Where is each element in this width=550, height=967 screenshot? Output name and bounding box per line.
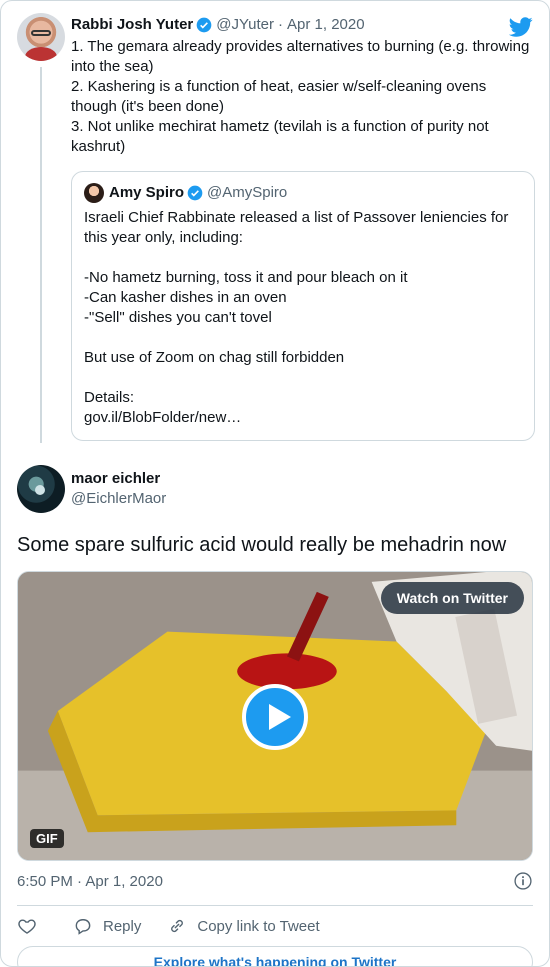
tweet-line: 2. Kashering is a function of heat, easi…: [71, 78, 491, 115]
play-icon[interactable]: [242, 684, 308, 750]
quote-line: Israeli Chief Rabbinate released a list …: [84, 209, 509, 246]
author-name[interactable]: maor eichler: [71, 470, 160, 487]
quoted-author-name: Amy Spiro: [109, 184, 185, 201]
gif-badge: GIF: [30, 829, 64, 848]
parent-tweet-header: Rabbi Josh Yuter @JYuter · Apr 1, 2020: [71, 13, 535, 37]
quote-link[interactable]: gov.il/BlobFolder/new…: [84, 408, 522, 428]
info-icon[interactable]: [513, 871, 533, 891]
tweet-line: 1. The gemara already provides alternati…: [71, 38, 534, 75]
author-handle[interactable]: @JYuter: [216, 15, 274, 35]
tweet-timestamp[interactable]: 6:50 PM · Apr 1, 2020: [17, 873, 163, 890]
copy-link-button[interactable]: Copy link to Tweet: [167, 916, 320, 936]
reply-label: Reply: [103, 917, 142, 935]
author-handle[interactable]: @EichlerMaor: [71, 489, 166, 509]
copy-link-label: Copy link to Tweet: [197, 917, 320, 935]
quote-line: Details:: [84, 389, 135, 406]
gif-media[interactable]: Watch on Twitter GIF: [17, 571, 533, 861]
parent-tweet[interactable]: Rabbi Josh Yuter @JYuter · Apr 1, 2020 1…: [1, 1, 549, 441]
quote-line: [84, 248, 522, 268]
quote-line: [84, 328, 522, 348]
separator-dot: ·: [278, 16, 284, 33]
reply-tweet-header: maor eichler @EichlerMaor: [17, 465, 533, 513]
quote-line: -"Sell" dishes you can't tovel: [84, 309, 272, 326]
quoted-tweet-header: Amy Spiro @AmySpiro: [84, 182, 522, 204]
quote-line: But use of Zoom on chag still forbidden: [84, 349, 345, 366]
avatar[interactable]: [17, 13, 65, 61]
link-icon: [171, 919, 184, 933]
tweet-actions: Reply Copy link to Tweet: [17, 906, 533, 946]
tweet-embed-card: Rabbi Josh Yuter @JYuter · Apr 1, 2020 1…: [0, 0, 550, 967]
avatar: [84, 183, 104, 203]
quote-line: -Can kasher dishes in an oven: [84, 289, 287, 306]
verified-badge-icon: [196, 17, 212, 33]
heart-icon: [18, 919, 36, 934]
tweet-date[interactable]: Apr 1, 2020: [287, 15, 365, 35]
parent-tweet-text: 1. The gemara already provides alternati…: [71, 37, 535, 157]
tweet-line: 3. Not unlike mechirat hametz (tevilah i…: [71, 118, 493, 155]
reply-tweet: maor eichler @EichlerMaor Some spare sul…: [1, 441, 549, 966]
verified-badge-icon: [187, 185, 203, 201]
quoted-tweet[interactable]: Amy Spiro @AmySpiro Israeli Chief Rabbin…: [71, 171, 535, 441]
like-button[interactable]: [17, 916, 47, 936]
avatar[interactable]: [17, 465, 65, 513]
quoted-tweet-text: Israeli Chief Rabbinate released a list …: [84, 208, 522, 428]
reply-tweet-text: Some spare sulfuric acid would really be…: [17, 534, 507, 556]
explore-button[interactable]: Explore what's happening on Twitter: [17, 946, 533, 966]
watch-on-twitter-button[interactable]: Watch on Twitter: [380, 582, 524, 614]
quote-line: -No hametz burning, toss it and pour ble…: [84, 269, 408, 286]
tweet-meta-row: 6:50 PM · Apr 1, 2020: [17, 871, 533, 891]
quoted-author-handle: @AmySpiro: [207, 184, 288, 201]
reply-button[interactable]: Reply: [73, 916, 141, 936]
reply-icon: [75, 919, 91, 935]
author-name[interactable]: Rabbi Josh Yuter: [71, 15, 193, 35]
quote-line: [84, 368, 522, 388]
